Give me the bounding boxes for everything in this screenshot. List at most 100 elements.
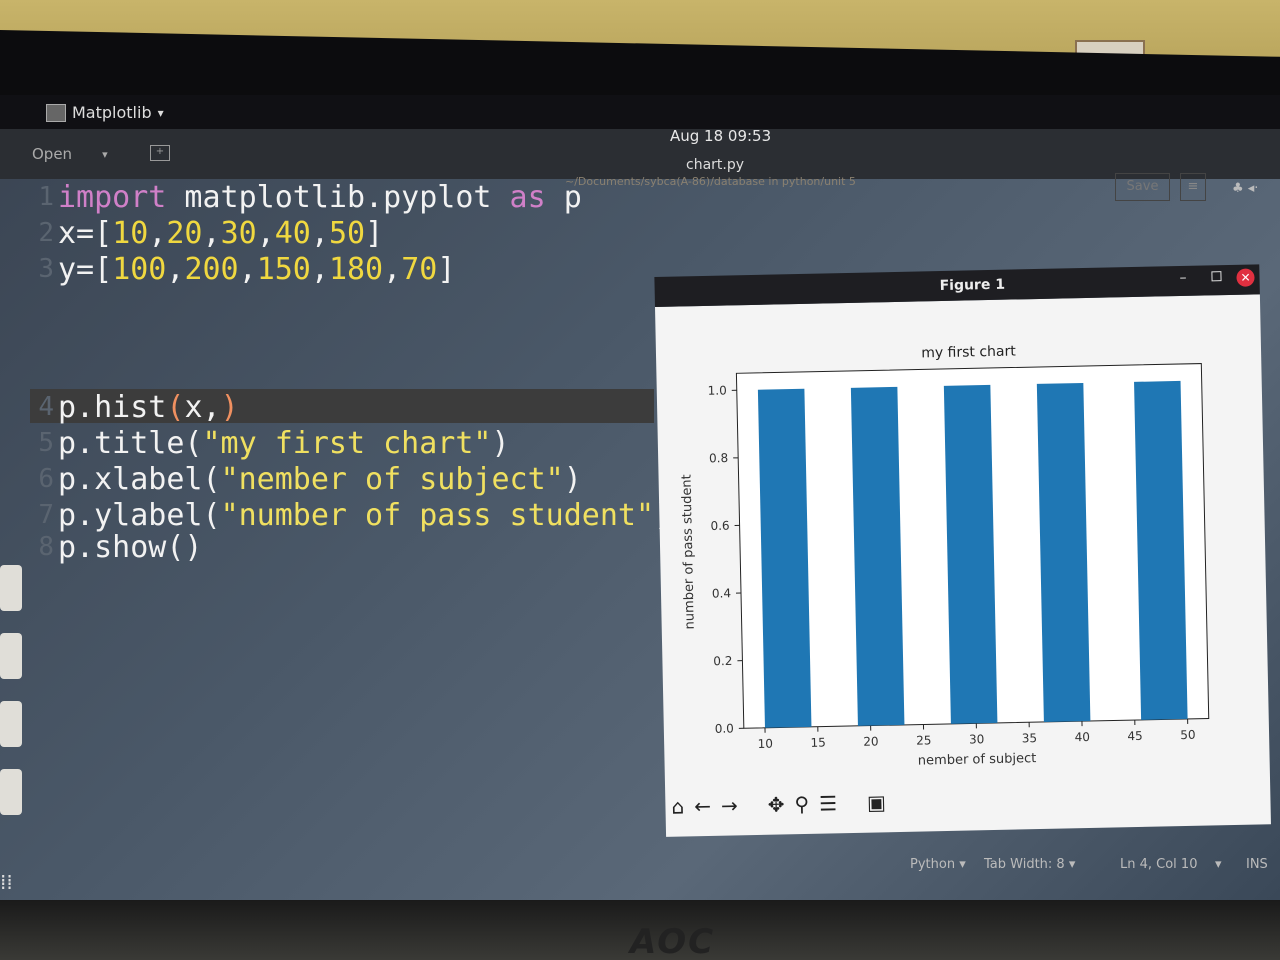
line-number: 5 <box>38 428 54 458</box>
keyword-token: as <box>509 179 546 215</box>
line-number: 7 <box>38 500 54 530</box>
code-token: ] <box>365 215 384 251</box>
code-token: , <box>238 251 257 287</box>
file-title: chart.py <box>686 157 745 173</box>
tab-width-selector[interactable]: Tab Width: 8 ▾ <box>984 857 1075 872</box>
app-name: Matplotlib <box>72 103 152 122</box>
language-selector[interactable]: Python ▾ <box>910 857 966 872</box>
code-token: p.hist <box>58 389 167 425</box>
code-token: ] <box>437 251 456 287</box>
number-token: 30 <box>220 215 257 251</box>
string-token: "number of pass student" <box>220 497 655 533</box>
code-line-8: 8 p.show() <box>30 529 203 565</box>
number-token: 10 <box>112 215 149 251</box>
histogram-bar <box>1134 380 1188 720</box>
open-button[interactable]: Open ▾ <box>22 139 132 169</box>
y-axis-label: number of pass student <box>680 474 698 629</box>
chevron-down-icon[interactable]: ▾ <box>102 148 108 161</box>
dock-app-icon[interactable] <box>0 701 22 747</box>
number-token: 70 <box>401 251 438 287</box>
y-tick-label: 0.6 <box>710 519 729 533</box>
editor-headerbar: Open ▾ + chart.py ~/Documents/sybca(A-86… <box>0 129 1280 201</box>
number-token: 40 <box>274 215 311 251</box>
app-menu[interactable]: Matplotlib ▾ <box>46 103 164 122</box>
code-token: , <box>148 215 167 251</box>
y-tick-label: 0.2 <box>713 654 732 668</box>
code-token: , <box>383 251 402 287</box>
x-tick-label: 40 <box>1074 730 1090 744</box>
histogram-bar <box>943 384 998 724</box>
code-line-1: 1 import matplotlib.pyplot as p <box>30 179 581 215</box>
chart-title: my first chart <box>921 343 1016 361</box>
x-tick-label: 25 <box>916 733 932 747</box>
number-token: 20 <box>166 215 203 251</box>
configure-subplots-icon[interactable]: ☰ <box>819 791 837 815</box>
chevron-down-icon[interactable]: ▾ <box>1215 857 1222 872</box>
dock-app-icon[interactable] <box>0 565 22 611</box>
home-icon[interactable]: ⌂ <box>671 795 684 819</box>
pan-icon[interactable]: ✥ <box>767 792 784 816</box>
x-tick-label: 15 <box>810 736 826 750</box>
save-figure-icon[interactable]: ▣ <box>867 790 886 814</box>
back-arrow-icon[interactable]: ← <box>694 794 711 818</box>
clock[interactable]: Aug 18 09:53 <box>670 127 771 145</box>
code-token: p.xlabel( <box>58 461 221 497</box>
code-token: y=[ <box>58 251 113 287</box>
screen: Matplotlib ▾ Open ▾ + chart.py ~/Documen… <box>0 95 1280 900</box>
code-line-2: 2 x=[ 10 , 20 , 30 , 40 , 50 ] <box>30 215 383 251</box>
line-number: 2 <box>38 218 54 248</box>
close-icon[interactable]: ✕ <box>1236 268 1255 287</box>
x-tick-label: 10 <box>758 737 774 751</box>
new-tab-icon[interactable]: + <box>150 145 170 161</box>
keyword-token: import <box>58 179 167 215</box>
code-line-4: 4 p.hist ( x, ) <box>30 389 238 425</box>
x-axis-label: nember of subject <box>918 751 1037 768</box>
y-tick-label: 0.0 <box>715 721 734 735</box>
histogram-bar <box>757 388 812 728</box>
code-token: p.show() <box>58 529 203 565</box>
histogram-bar <box>1036 382 1091 722</box>
string-token: "my first chart" <box>202 425 492 461</box>
forward-arrow-icon[interactable]: → <box>721 793 738 817</box>
matplotlib-app-icon <box>46 103 66 122</box>
code-line-6: 6 p.xlabel( "nember of subject" ) <box>30 461 581 497</box>
code-token: , <box>256 215 275 251</box>
code-line-3: 3 y=[ 100 , 200 , 150 , 180 , 70 ] <box>30 251 455 287</box>
top-bar: Matplotlib ▾ <box>0 95 1280 129</box>
chevron-down-icon: ▾ <box>157 105 164 120</box>
paren-token: ( <box>166 389 185 425</box>
cursor-position[interactable]: Ln 4, Col 10 <box>1120 857 1197 872</box>
maximize-icon[interactable] <box>1211 271 1222 282</box>
x-tick-label: 30 <box>969 732 985 746</box>
y-tick-label: 0.4 <box>712 586 731 600</box>
line-number: 4 <box>38 392 54 422</box>
code-token: x=[ <box>58 215 113 251</box>
figure-window: Figure 1 – ✕ 10 15 20 25 30 35 40 45 50 0.0 0.2 0.4… <box>654 264 1271 837</box>
dock-app-icon[interactable] <box>0 633 22 679</box>
code-line-5: 5 p.title( "my first chart" ) <box>30 425 510 461</box>
insert-mode: INS <box>1246 857 1268 872</box>
line-number: 1 <box>38 182 54 212</box>
code-token: p.title( <box>58 425 203 461</box>
string-token: "nember of subject" <box>220 461 564 497</box>
y-tick-label: 0.8 <box>709 451 728 465</box>
status-bar: Python ▾ Tab Width: 8 ▾ Ln 4, Col 10 ▾ I… <box>0 845 1280 885</box>
number-token: 200 <box>184 251 239 287</box>
monitor-brand-logo: AOC <box>630 922 716 960</box>
number-token: 100 <box>112 251 167 287</box>
number-token: 150 <box>256 251 311 287</box>
code-token: p.ylabel( <box>58 497 221 533</box>
x-tick-label: 45 <box>1127 729 1143 743</box>
zoom-icon[interactable]: ⚲ <box>794 792 809 816</box>
code-token: , <box>166 251 185 287</box>
code-token: x, <box>184 389 221 425</box>
minimize-icon[interactable]: – <box>1179 270 1186 286</box>
code-token: , <box>310 215 329 251</box>
code-token: ) <box>491 425 510 461</box>
number-token: 50 <box>328 215 366 251</box>
histogram-bar <box>850 386 905 726</box>
code-token: , <box>202 215 221 251</box>
dock-app-icon[interactable] <box>0 769 22 815</box>
line-number: 8 <box>38 532 54 562</box>
code-token: matplotlib.pyplot <box>166 179 510 215</box>
